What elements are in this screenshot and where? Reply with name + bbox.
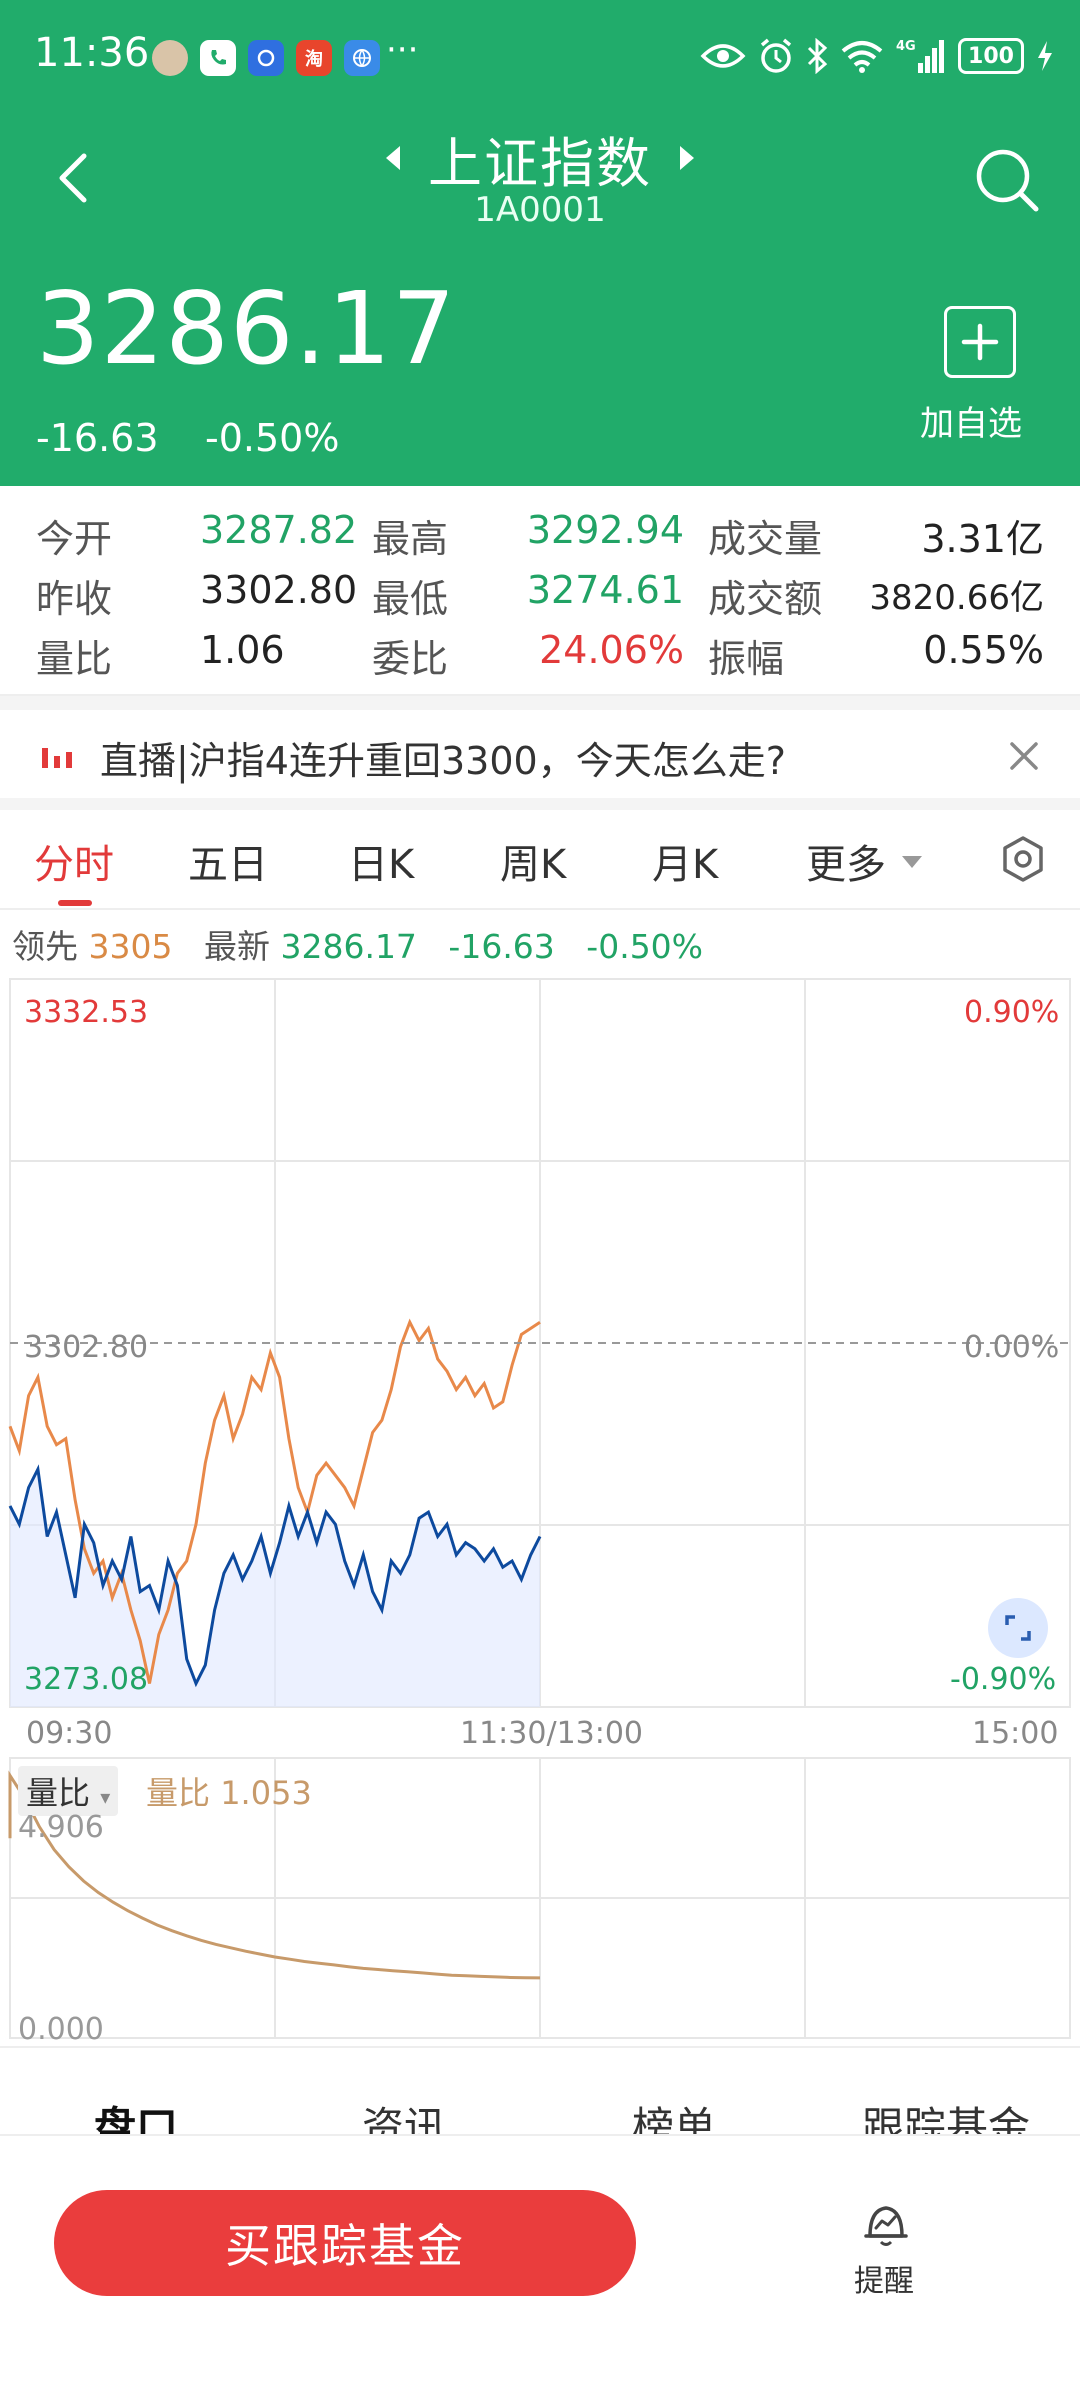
alarm-icon bbox=[758, 36, 794, 76]
tab-monthly-k[interactable]: 月K bbox=[652, 832, 718, 890]
tab-daily-k[interactable]: 日K bbox=[348, 832, 414, 890]
volume-ratio-info-label: 量比 bbox=[146, 1774, 211, 1812]
previous-stock-button[interactable] bbox=[378, 138, 408, 178]
quote-value-turnover: 3820.66亿 bbox=[869, 578, 1044, 618]
time-start-label: 09:30 bbox=[26, 1716, 113, 1751]
latest-change-percent: -0.50% bbox=[586, 927, 704, 966]
blue-app-icon bbox=[248, 40, 284, 76]
title-row: 上证指数 bbox=[0, 118, 1080, 198]
settings-icon[interactable] bbox=[998, 834, 1048, 884]
lead-label: 领先 bbox=[12, 927, 78, 966]
charging-icon bbox=[1036, 36, 1054, 76]
tab-news[interactable]: 资讯 bbox=[362, 2094, 446, 2134]
tab-intraday[interactable]: 分时 bbox=[34, 832, 114, 890]
news-headline[interactable]: 直播|沪指4连升重回3300，今天怎么走? bbox=[100, 730, 786, 785]
quote-label-volume: 成交量 bbox=[708, 517, 823, 561]
time-end-label: 15:00 bbox=[972, 1716, 1059, 1751]
status-app-icons: 淘 bbox=[152, 40, 380, 76]
taobao-icon: 淘 bbox=[296, 40, 332, 76]
volume-max-label: 4.906 bbox=[18, 1810, 104, 1845]
latest-change: -16.63 bbox=[448, 927, 555, 966]
bell-chart-icon[interactable] bbox=[862, 2200, 910, 2250]
tab-tracking-funds[interactable]: 跟踪基金 bbox=[862, 2094, 1030, 2134]
browser-icon bbox=[344, 40, 380, 76]
quote-label-high: 最高 bbox=[372, 517, 449, 561]
y-axis-bottom-label: 3273.08 bbox=[24, 1662, 149, 1697]
add-watchlist-label[interactable]: 加自选 bbox=[920, 396, 1022, 445]
quote-value-high: 3292.94 bbox=[526, 508, 684, 552]
stock-header: 11:36 淘 ··· 4G 100 上证指数 1A0001 3286.17 -… bbox=[0, 0, 1080, 486]
bottom-tabs: 盘口 资讯 榜单 跟踪基金 bbox=[0, 2046, 1080, 2136]
quote-value-volume-ratio: 1.06 bbox=[200, 628, 285, 672]
quote-value-low: 3274.61 bbox=[526, 568, 684, 612]
status-right: 4G 100 bbox=[700, 36, 1054, 76]
quote-label-order-ratio: 委比 bbox=[372, 637, 449, 681]
chart-info-row: 领先 3305 最新 3286.17 -16.63 -0.50% bbox=[12, 920, 703, 968]
tab-weekly-k[interactable]: 周K bbox=[500, 832, 566, 890]
quote-label-open: 今开 bbox=[36, 517, 113, 561]
quote-label-low: 最低 bbox=[372, 577, 449, 621]
stock-code: 1A0001 bbox=[474, 190, 606, 230]
status-bar: 11:36 淘 ··· 4G 100 bbox=[0, 0, 1080, 116]
quote-value-order-ratio: 24.06% bbox=[539, 628, 684, 672]
divider bbox=[0, 798, 1080, 810]
chevron-down-icon: ▾ bbox=[100, 1785, 111, 1809]
volume-ratio-info-value: 1.053 bbox=[220, 1774, 312, 1812]
quote-value-volume: 3.31亿 bbox=[921, 517, 1044, 561]
cellular-signal-icon: 4G bbox=[896, 36, 946, 76]
battery-indicator: 100 bbox=[958, 38, 1024, 74]
quote-label-turnover: 成交额 bbox=[708, 577, 823, 621]
search-icon[interactable] bbox=[972, 145, 1042, 215]
tab-order-book[interactable]: 盘口 bbox=[94, 2094, 178, 2134]
quote-label-prev-close: 昨收 bbox=[36, 577, 113, 621]
bluetooth-icon bbox=[806, 36, 828, 76]
tab-five-day[interactable]: 五日 bbox=[188, 832, 268, 890]
last-price: 3286.17 bbox=[36, 270, 457, 387]
pct-axis-top-label: 0.90% bbox=[964, 995, 1060, 1030]
quote-value-prev-close: 3302.80 bbox=[200, 568, 358, 612]
add-watchlist-button[interactable] bbox=[944, 306, 1016, 378]
quote-value-amplitude: 0.55% bbox=[923, 628, 1044, 672]
status-more-dots: ··· bbox=[386, 30, 419, 70]
live-bars-icon bbox=[40, 736, 76, 776]
intraday-chart[interactable] bbox=[0, 975, 1080, 1715]
y-axis-mid-label: 3302.80 bbox=[24, 1330, 149, 1365]
chevron-down-icon[interactable] bbox=[900, 854, 924, 874]
tab-rankings[interactable]: 榜单 bbox=[632, 2094, 716, 2134]
phone-icon bbox=[200, 40, 236, 76]
news-banner[interactable]: 直播|沪指4连升重回3300，今天怎么走? bbox=[0, 710, 1080, 806]
stock-name: 上证指数 bbox=[428, 131, 652, 195]
quote-label-amplitude: 振幅 bbox=[708, 637, 785, 681]
active-tab-indicator bbox=[58, 900, 92, 906]
wifi-icon bbox=[840, 36, 884, 76]
quote-value-open: 3287.82 bbox=[200, 508, 358, 552]
volume-min-label: 0.000 bbox=[18, 2012, 104, 2047]
buy-tracking-fund-button[interactable]: 买跟踪基金 bbox=[54, 2190, 636, 2296]
time-mid-label: 11:30/13:00 bbox=[460, 1716, 644, 1751]
chart-tabs: 分时 五日 日K 周K 月K 更多 bbox=[0, 812, 1080, 910]
avatar-icon bbox=[152, 40, 188, 76]
status-time: 11:36 bbox=[34, 30, 150, 76]
latest-value: 3286.17 bbox=[280, 927, 417, 966]
latest-label: 最新 bbox=[203, 927, 270, 966]
pct-axis-bottom-label: -0.90% bbox=[950, 1662, 1057, 1697]
pct-axis-mid-label: 0.00% bbox=[964, 1330, 1060, 1365]
eye-icon bbox=[700, 36, 746, 76]
tab-more[interactable]: 更多 bbox=[806, 832, 886, 890]
quote-grid: 今开 3287.82 最高 3292.94 成交量 3.31亿 昨收 3302.… bbox=[0, 486, 1080, 696]
svg-text:4G: 4G bbox=[896, 39, 916, 54]
volume-ratio-info: 量比 1.053 bbox=[146, 1768, 312, 1814]
next-stock-button[interactable] bbox=[672, 138, 702, 178]
lead-value: 3305 bbox=[88, 927, 173, 966]
close-icon[interactable] bbox=[1004, 736, 1044, 776]
remind-label[interactable]: 提醒 bbox=[854, 2256, 914, 2300]
quote-label-volume-ratio: 量比 bbox=[36, 637, 113, 681]
y-axis-top-label: 3332.53 bbox=[24, 995, 149, 1030]
fullscreen-icon[interactable] bbox=[988, 1598, 1048, 1658]
price-change: -16.63 bbox=[36, 416, 159, 460]
volume-ratio-tag-label: 量比 bbox=[26, 1774, 91, 1812]
price-change-percent: -0.50% bbox=[205, 416, 340, 460]
volume-ratio-selector[interactable]: 量比 ▾ bbox=[18, 1766, 119, 1816]
divider bbox=[0, 696, 1080, 710]
